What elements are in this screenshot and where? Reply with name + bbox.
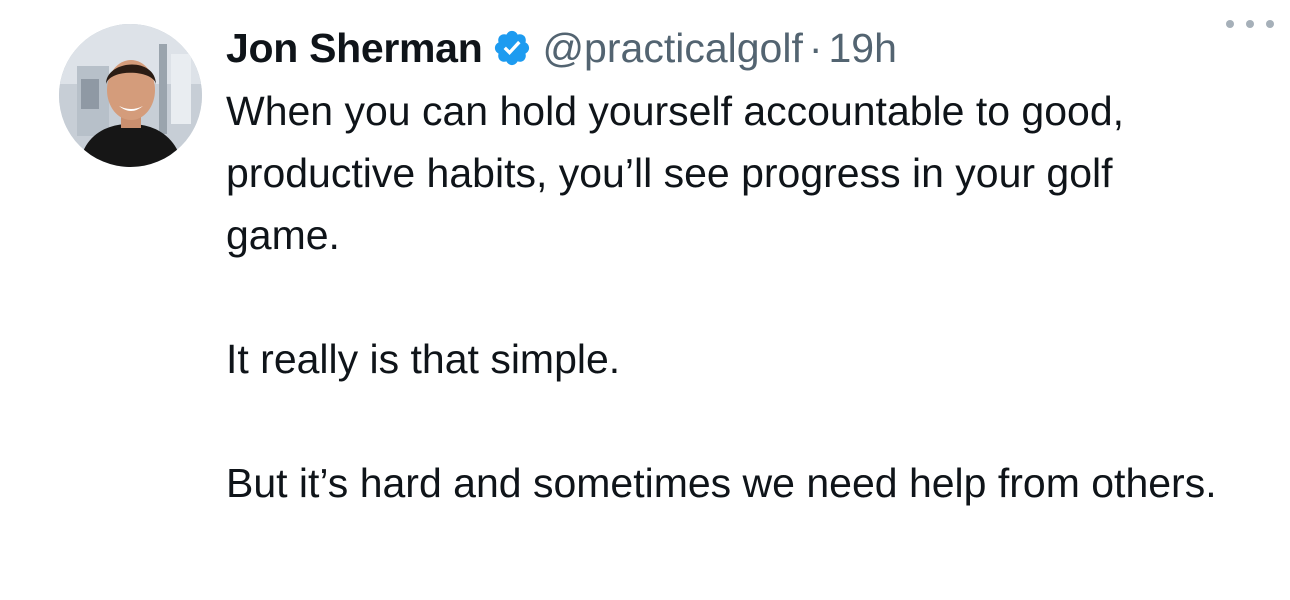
tweet-header: Jon Sherman @practicalgolf · 19h xyxy=(226,20,1236,76)
separator-dot: · xyxy=(808,24,823,71)
tweet-paragraph: When you can hold yourself accountable t… xyxy=(226,88,1125,258)
tweet-text: When you can hold yourself accountable t… xyxy=(226,80,1236,514)
more-dot xyxy=(1226,20,1234,28)
tweet-paragraph: But it’s hard and sometimes we need help… xyxy=(226,460,1217,506)
author-handle[interactable]: @practicalgolf xyxy=(542,25,802,72)
verified-badge-icon xyxy=(492,28,532,68)
more-dot xyxy=(1246,20,1254,28)
more-options-icon[interactable] xyxy=(1226,10,1274,38)
tweet-card[interactable]: Jon Sherman @practicalgolf · 19h When yo… xyxy=(0,0,1290,600)
more-dot xyxy=(1266,20,1274,28)
tweet-paragraph: It really is that simple. xyxy=(226,336,621,382)
avatar[interactable] xyxy=(59,24,202,167)
tweet-content: Jon Sherman @practicalgolf · 19h When yo… xyxy=(226,20,1236,514)
timestamp[interactable]: 19h xyxy=(829,25,897,72)
author-name[interactable]: Jon Sherman xyxy=(226,25,483,72)
avatar-photo xyxy=(59,24,202,167)
